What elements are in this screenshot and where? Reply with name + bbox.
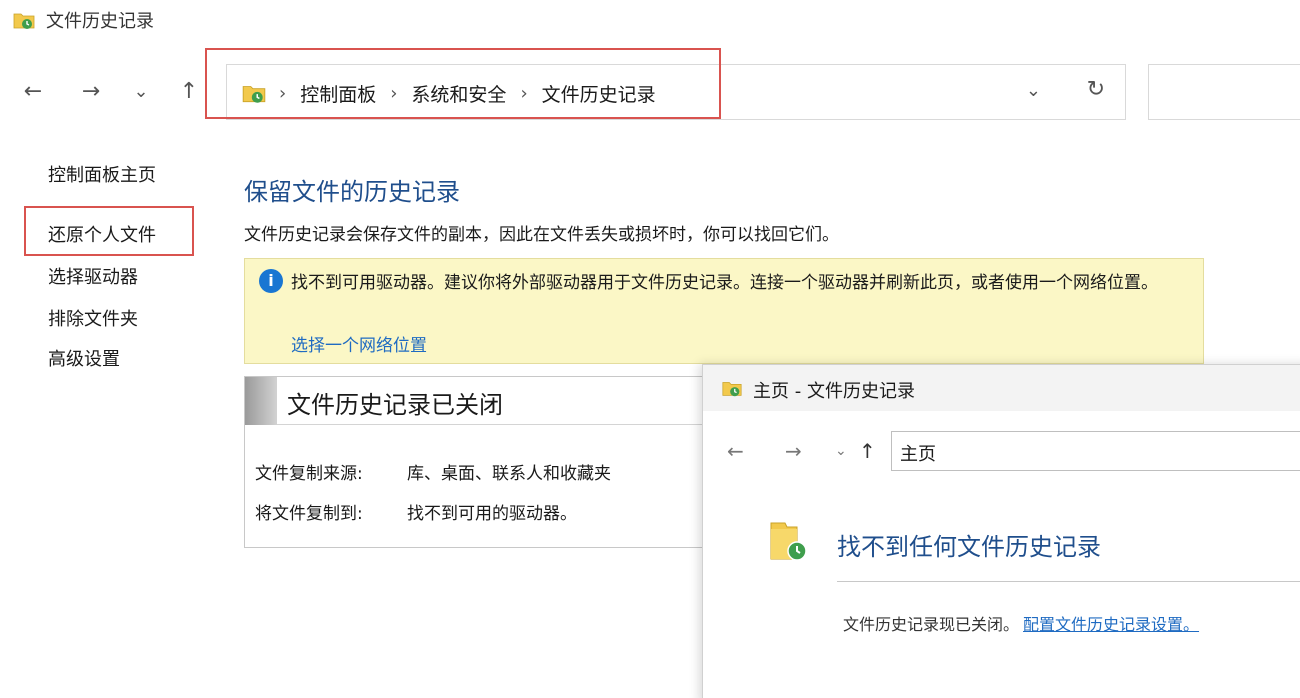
select-network-location-link[interactable]: 选择一个网络位置 [291,331,427,356]
no-history-heading: 找不到任何文件历史记录 [837,533,1101,561]
divider [837,581,1300,582]
file-history-home-window: 主页 - 文件历史记录 ← → ⌄ ↑ 主页 找不到任何文件历史记录 文件历史记… [702,364,1300,698]
address-highlight-box [205,48,721,119]
navigation-bar: ← → ⌄ ↑ › 控制面板 › 系统和安全 › 文件历史记录 ⌄ ↻ [0,48,1300,122]
status-header: 文件历史记录已关闭 [245,377,703,425]
configure-settings-link[interactable]: 配置文件历史记录设置。 [1023,615,1199,634]
status-row-value: 库、桌面、联系人和收藏夹 [407,464,611,484]
window-titlebar: 文件历史记录 [0,0,1300,40]
up-arrow-icon[interactable]: ↑ [859,439,876,463]
forward-arrow-icon[interactable]: → [785,439,802,463]
status-panel: 文件历史记录已关闭 文件复制来源: 库、桌面、联系人和收藏夹 将文件复制到: 找… [244,376,704,548]
refresh-icon[interactable]: ↻ [1087,77,1105,102]
sidebar-item-control-panel-home[interactable]: 控制面板主页 [48,162,156,190]
status-row-destination: 将文件复制到: 找不到可用的驱动器。 [255,499,577,524]
info-icon: i [259,269,283,293]
back-arrow-icon[interactable]: ← [727,439,744,463]
page-title: 保留文件的历史记录 [244,178,460,206]
status-indicator-bar [245,377,277,425]
sidebar-item-advanced-settings[interactable]: 高级设置 [48,346,120,374]
file-history-icon [13,13,35,29]
recent-chevron-icon[interactable]: ⌄ [835,443,847,459]
status-row-label: 文件复制来源: [255,464,363,484]
dialog-message: 文件历史记录现已关闭。 配置文件历史记录设置。 [843,611,1199,635]
dialog-title: 主页 - 文件历史记录 [753,381,915,402]
back-arrow-icon[interactable]: ← [16,74,50,108]
page-description: 文件历史记录会保存文件的副本，因此在文件丢失或损坏时，你可以找回它们。 [244,225,839,245]
sidebar-item-select-drive[interactable]: 选择驱动器 [48,264,138,292]
status-row-value: 找不到可用的驱动器。 [407,504,577,524]
dialog-titlebar: 主页 - 文件历史记录 [703,365,1300,411]
status-title: 文件历史记录已关闭 [287,391,503,419]
window-title: 文件历史记录 [46,11,154,32]
file-history-icon [722,382,742,397]
info-bar: i 找不到可用驱动器。建议你将外部驱动器用于文件历史记录。连接一个驱动器并刷新此… [244,258,1204,364]
sidebar-item-exclude-folders[interactable]: 排除文件夹 [48,306,138,334]
sidebar-item-restore-personal-files[interactable]: 还原个人文件 [48,222,156,250]
forward-arrow-icon[interactable]: → [74,74,108,108]
status-row-label: 将文件复制到: [255,504,363,524]
search-input[interactable] [1148,64,1300,120]
dialog-message-text: 文件历史记录现已关闭。 [843,615,1020,634]
dialog-address-bar[interactable]: 主页 [891,431,1300,471]
recent-chevron-icon[interactable]: ⌄ [124,74,158,108]
info-text: 找不到可用驱动器。建议你将外部驱动器用于文件历史记录。连接一个驱动器并刷新此页，… [291,273,1158,293]
folder-history-icon [770,522,807,561]
address-dropdown-icon[interactable]: ⌄ [1026,80,1041,101]
up-arrow-icon[interactable]: ↑ [172,74,206,108]
status-row-source: 文件复制来源: 库、桌面、联系人和收藏夹 [255,459,611,484]
dialog-address-text: 主页 [900,444,936,465]
